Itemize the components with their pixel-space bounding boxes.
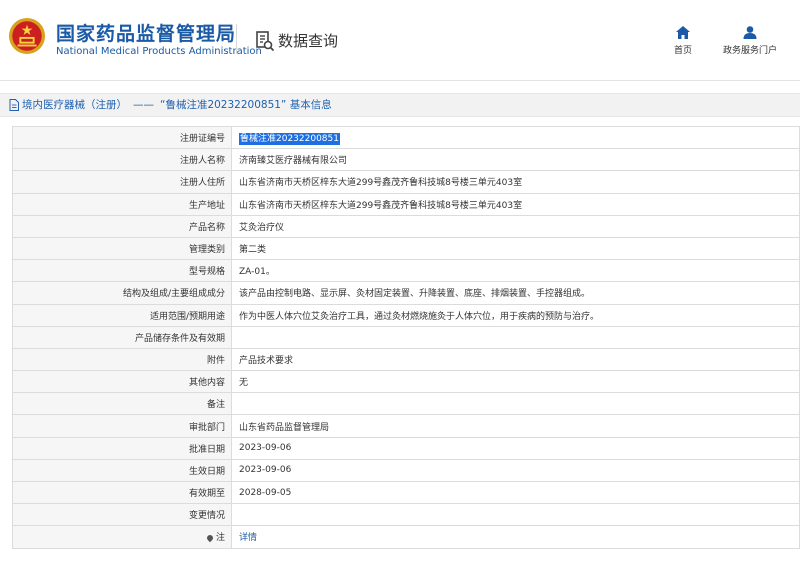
table-row: 适用范围/预期用途 作为中医人体穴位艾灸治疗工具，通过灸材燃烧施灸于人体穴位，用… xyxy=(12,303,800,327)
breadcrumb-current: “鲁械注准20232200851” 基本信息 xyxy=(160,99,332,111)
table-row: 生效日期 2023-09-06 xyxy=(12,458,800,483)
field-value: 2028-09-05 xyxy=(231,480,800,505)
field-value: ZA-01。 xyxy=(231,259,800,283)
table-row: 注册人住所 山东省济南市天桥区梓东大道299号鑫茂齐鲁科技城8号楼三单元403室 xyxy=(12,170,800,194)
field-label: 有效期至 xyxy=(12,480,232,505)
field-label: 其他内容 xyxy=(12,370,232,394)
registration-number-value: 鲁械注准20232200851 xyxy=(239,133,340,146)
field-value: 2023-09-06 xyxy=(231,458,800,483)
field-value-cell: 详情 xyxy=(231,525,800,549)
field-label: 注册人名称 xyxy=(12,148,232,172)
document-icon xyxy=(9,99,19,111)
nav-service-portal-link[interactable]: 政务服务门户 xyxy=(720,26,780,56)
field-label: 结构及组成/主要组成成分 xyxy=(12,281,232,305)
field-label: 管理类别 xyxy=(12,236,232,261)
field-label: 变更情况 xyxy=(12,503,232,527)
table-row: 注册证编号 鲁械注准20232200851 xyxy=(12,125,800,150)
field-value: 山东省济南市天桥区梓东大道299号鑫茂齐鲁科技城8号楼三单元403室 xyxy=(231,192,800,216)
field-label: 适用范围/预期用途 xyxy=(12,303,232,327)
field-value: 山东省济南市天桥区梓东大道299号鑫茂齐鲁科技城8号楼三单元403室 xyxy=(231,170,800,194)
table-row: 产品储存条件及有效期 xyxy=(12,325,800,349)
field-label: 生产地址 xyxy=(12,192,232,216)
field-label: 注 xyxy=(215,533,225,544)
home-icon xyxy=(676,26,690,39)
field-value: 第二类 xyxy=(231,236,800,261)
field-value: 2023-09-06 xyxy=(231,436,800,460)
table-row: 审批部门 山东省药品监督管理局 xyxy=(12,414,800,438)
field-value: 该产品由控制电路、显示屏、灸材固定装置、升降装置、底座、排烟装置、手控器组成。 xyxy=(231,281,800,305)
field-value: 艾灸治疗仪 xyxy=(231,214,800,238)
table-row: 有效期至 2028-09-05 xyxy=(12,480,800,505)
nav-home-label: 首页 xyxy=(673,46,692,56)
table-row: 批准日期 2023-09-06 xyxy=(12,436,800,460)
field-value-cell: 鲁械注准20232200851 xyxy=(231,125,800,150)
table-row: 管理类别 第二类 xyxy=(12,236,800,261)
note-label-cell: 注 xyxy=(12,525,232,549)
field-value: 无 xyxy=(231,370,800,394)
data-query-icon xyxy=(256,31,275,52)
table-row: 结构及组成/主要组成成分 该产品由控制电路、显示屏、灸材固定装置、升降装置、底座… xyxy=(12,281,800,305)
table-row: 注 详情 xyxy=(12,525,800,549)
table-row: 其他内容 无 xyxy=(12,370,800,394)
pin-icon xyxy=(205,533,215,543)
field-label: 型号规格 xyxy=(12,259,232,283)
breadcrumb-category-link[interactable]: 境内医疗器械（注册） xyxy=(22,99,127,111)
table-row: 注册人名称 济南臻艾医疗器械有限公司 xyxy=(12,148,800,172)
field-label: 审批部门 xyxy=(12,414,232,438)
field-value xyxy=(231,392,800,416)
site-title: 国家药品监督管理局 xyxy=(56,23,237,45)
field-value: 作为中医人体穴位艾灸治疗工具，通过灸材燃烧施灸于人体穴位，用于疾病的预防与治疗。 xyxy=(231,303,800,327)
field-value: 济南臻艾医疗器械有限公司 xyxy=(231,148,800,172)
nav-home-link[interactable]: 首页 xyxy=(672,26,694,56)
table-row: 型号规格 ZA-01。 xyxy=(12,259,800,283)
field-label: 注册证编号 xyxy=(12,125,232,150)
field-label: 产品储存条件及有效期 xyxy=(12,325,232,349)
field-label: 生效日期 xyxy=(12,458,232,483)
field-label: 备注 xyxy=(12,392,232,416)
field-label: 产品名称 xyxy=(12,214,232,238)
table-row: 备注 xyxy=(12,392,800,416)
site-header: 国家药品监督管理局 National Medical Products Admi… xyxy=(0,0,800,81)
user-icon xyxy=(743,26,757,39)
field-label: 注册人住所 xyxy=(12,170,232,194)
site-subtitle: National Medical Products Administration xyxy=(56,46,262,57)
record-detail-table: 注册证编号 鲁械注准20232200851 注册人名称 济南臻艾医疗器械有限公司… xyxy=(12,125,800,549)
field-value: 产品技术要求 xyxy=(231,347,800,372)
field-value: 山东省药品监督管理局 xyxy=(231,414,800,438)
table-row: 附件 产品技术要求 xyxy=(12,347,800,372)
breadcrumb: 境内医疗器械（注册） —— “鲁械注准20232200851” 基本信息 xyxy=(0,93,800,117)
nav-service-portal-label: 政务服务门户 xyxy=(722,46,777,56)
details-link[interactable]: 详情 xyxy=(239,533,257,543)
breadcrumb-separator: —— xyxy=(133,99,154,111)
field-label: 附件 xyxy=(12,347,232,372)
table-row: 变更情况 xyxy=(12,503,800,527)
table-row: 生产地址 山东省济南市天桥区梓东大道299号鑫茂齐鲁科技城8号楼三单元403室 xyxy=(12,192,800,216)
table-row: 产品名称 艾灸治疗仪 xyxy=(12,214,800,238)
field-label: 批准日期 xyxy=(12,436,232,460)
national-emblem-icon xyxy=(8,17,46,55)
header-divider xyxy=(236,24,237,54)
section-title: 数据查询 xyxy=(278,32,339,50)
field-value xyxy=(231,503,800,527)
field-value xyxy=(231,325,800,349)
